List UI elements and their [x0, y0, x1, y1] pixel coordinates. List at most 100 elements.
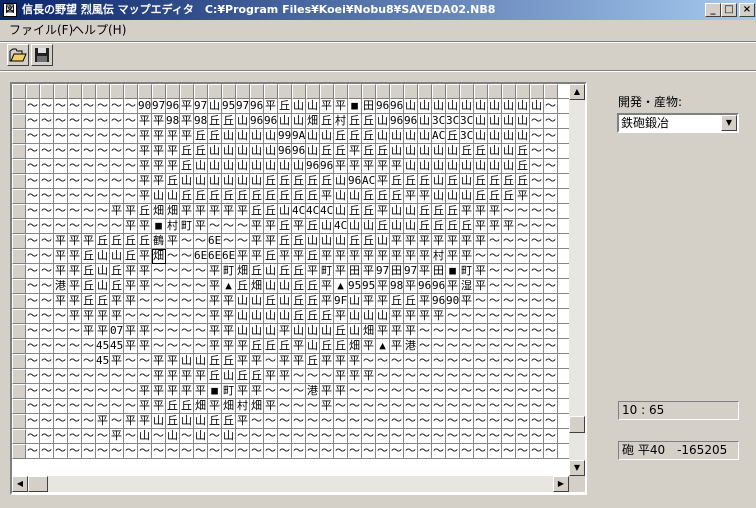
- map-cell[interactable]: ～: [68, 159, 82, 174]
- map-cell[interactable]: 平: [124, 264, 138, 279]
- map-cell[interactable]: 平: [152, 354, 166, 369]
- map-cell[interactable]: ～: [376, 429, 390, 444]
- map-cell[interactable]: ～: [40, 309, 54, 324]
- map-cell[interactable]: 山: [404, 144, 418, 159]
- map-cell[interactable]: 山: [250, 294, 264, 309]
- map-cell[interactable]: 山: [432, 174, 446, 189]
- map-cell[interactable]: ～: [530, 309, 544, 324]
- map-cell[interactable]: ～: [180, 279, 194, 294]
- map-cell[interactable]: ～: [82, 219, 96, 234]
- map-cell[interactable]: 丘: [208, 354, 222, 369]
- map-cell[interactable]: ～: [320, 369, 334, 384]
- map-cell[interactable]: ～: [306, 444, 320, 459]
- map-cell[interactable]: 山: [264, 159, 278, 174]
- map-cell[interactable]: 4C: [334, 219, 348, 234]
- column-header[interactable]: [208, 84, 222, 99]
- map-cell[interactable]: ～: [544, 399, 558, 414]
- map-cell[interactable]: ～: [404, 414, 418, 429]
- row-header[interactable]: [12, 309, 26, 324]
- map-cell[interactable]: ～: [26, 264, 40, 279]
- column-header[interactable]: [264, 84, 278, 99]
- map-cell[interactable]: ～: [40, 249, 54, 264]
- map-cell[interactable]: ～: [82, 384, 96, 399]
- map-cell[interactable]: ～: [180, 429, 194, 444]
- map-cell[interactable]: 山: [404, 129, 418, 144]
- map-cell[interactable]: ～: [82, 339, 96, 354]
- map-cell[interactable]: ～: [68, 219, 82, 234]
- map-cell[interactable]: ～: [110, 144, 124, 159]
- map-cell[interactable]: ～: [40, 384, 54, 399]
- map-cell[interactable]: 山: [446, 159, 460, 174]
- map-cell[interactable]: 平: [404, 309, 418, 324]
- map-cell[interactable]: 山: [264, 144, 278, 159]
- map-cell[interactable]: 山: [194, 174, 208, 189]
- row-header[interactable]: [12, 249, 26, 264]
- map-cell[interactable]: ～: [474, 384, 488, 399]
- map-cell[interactable]: ～: [306, 399, 320, 414]
- map-cell[interactable]: ～: [362, 414, 376, 429]
- map-cell[interactable]: 丘: [250, 369, 264, 384]
- map-cell[interactable]: ～: [446, 324, 460, 339]
- map-cell[interactable]: 95: [222, 99, 236, 114]
- map-cell[interactable]: ～: [152, 264, 166, 279]
- map-cell[interactable]: 平: [390, 234, 404, 249]
- map-cell[interactable]: ～: [516, 309, 530, 324]
- map-cell[interactable]: 山: [474, 99, 488, 114]
- map-cell[interactable]: ～: [376, 399, 390, 414]
- map-cell[interactable]: 平: [138, 174, 152, 189]
- map-cell[interactable]: 96: [250, 99, 264, 114]
- map-cell[interactable]: 町: [460, 264, 474, 279]
- map-cell[interactable]: ～: [488, 264, 502, 279]
- map-cell[interactable]: 山: [180, 414, 194, 429]
- map-cell[interactable]: 平: [166, 354, 180, 369]
- column-header[interactable]: [138, 84, 152, 99]
- map-cell[interactable]: 丘: [306, 309, 320, 324]
- map-cell[interactable]: ～: [544, 384, 558, 399]
- map-cell[interactable]: ～: [124, 159, 138, 174]
- map-cell[interactable]: 平: [446, 234, 460, 249]
- map-cell[interactable]: 丘: [250, 264, 264, 279]
- map-cell[interactable]: ～: [432, 339, 446, 354]
- map-cell[interactable]: ～: [544, 369, 558, 384]
- map-cell[interactable]: 山: [488, 129, 502, 144]
- map-cell[interactable]: ～: [530, 384, 544, 399]
- map-cell[interactable]: ～: [264, 444, 278, 459]
- map-cell[interactable]: ～: [110, 369, 124, 384]
- map-cell[interactable]: ～: [110, 99, 124, 114]
- map-cell[interactable]: 丘: [474, 189, 488, 204]
- map-cell[interactable]: 山: [264, 324, 278, 339]
- map-cell[interactable]: 山: [334, 234, 348, 249]
- map-cell[interactable]: ～: [516, 399, 530, 414]
- map-cell[interactable]: ～: [82, 414, 96, 429]
- map-cell[interactable]: ～: [502, 309, 516, 324]
- map-cell[interactable]: 山: [306, 99, 320, 114]
- row-header[interactable]: [12, 384, 26, 399]
- map-cell[interactable]: ～: [474, 249, 488, 264]
- map-cell[interactable]: ～: [460, 384, 474, 399]
- map-cell[interactable]: ～: [418, 384, 432, 399]
- map-cell[interactable]: ～: [348, 444, 362, 459]
- map-cell[interactable]: ～: [26, 129, 40, 144]
- map-cell[interactable]: 丘: [278, 234, 292, 249]
- map-cell[interactable]: ～: [418, 399, 432, 414]
- map-cell[interactable]: ～: [488, 444, 502, 459]
- map-cell[interactable]: 山: [502, 144, 516, 159]
- map-cell[interactable]: 平: [390, 324, 404, 339]
- map-cell[interactable]: ～: [68, 114, 82, 129]
- map-cell[interactable]: ～: [26, 369, 40, 384]
- map-cell[interactable]: 96: [306, 159, 320, 174]
- map-cell[interactable]: ～: [26, 414, 40, 429]
- map-cell[interactable]: 平: [474, 234, 488, 249]
- row-header[interactable]: [12, 369, 26, 384]
- map-cell[interactable]: ～: [26, 309, 40, 324]
- map-cell[interactable]: 平: [334, 354, 348, 369]
- column-header[interactable]: [194, 84, 208, 99]
- map-cell[interactable]: ～: [82, 129, 96, 144]
- map-cell[interactable]: ～: [40, 234, 54, 249]
- map-cell[interactable]: ～: [96, 219, 110, 234]
- map-cell[interactable]: 平: [222, 339, 236, 354]
- map-cell[interactable]: 96: [376, 99, 390, 114]
- column-header[interactable]: [152, 84, 166, 99]
- map-cell[interactable]: ～: [544, 264, 558, 279]
- map-cell[interactable]: 平: [96, 414, 110, 429]
